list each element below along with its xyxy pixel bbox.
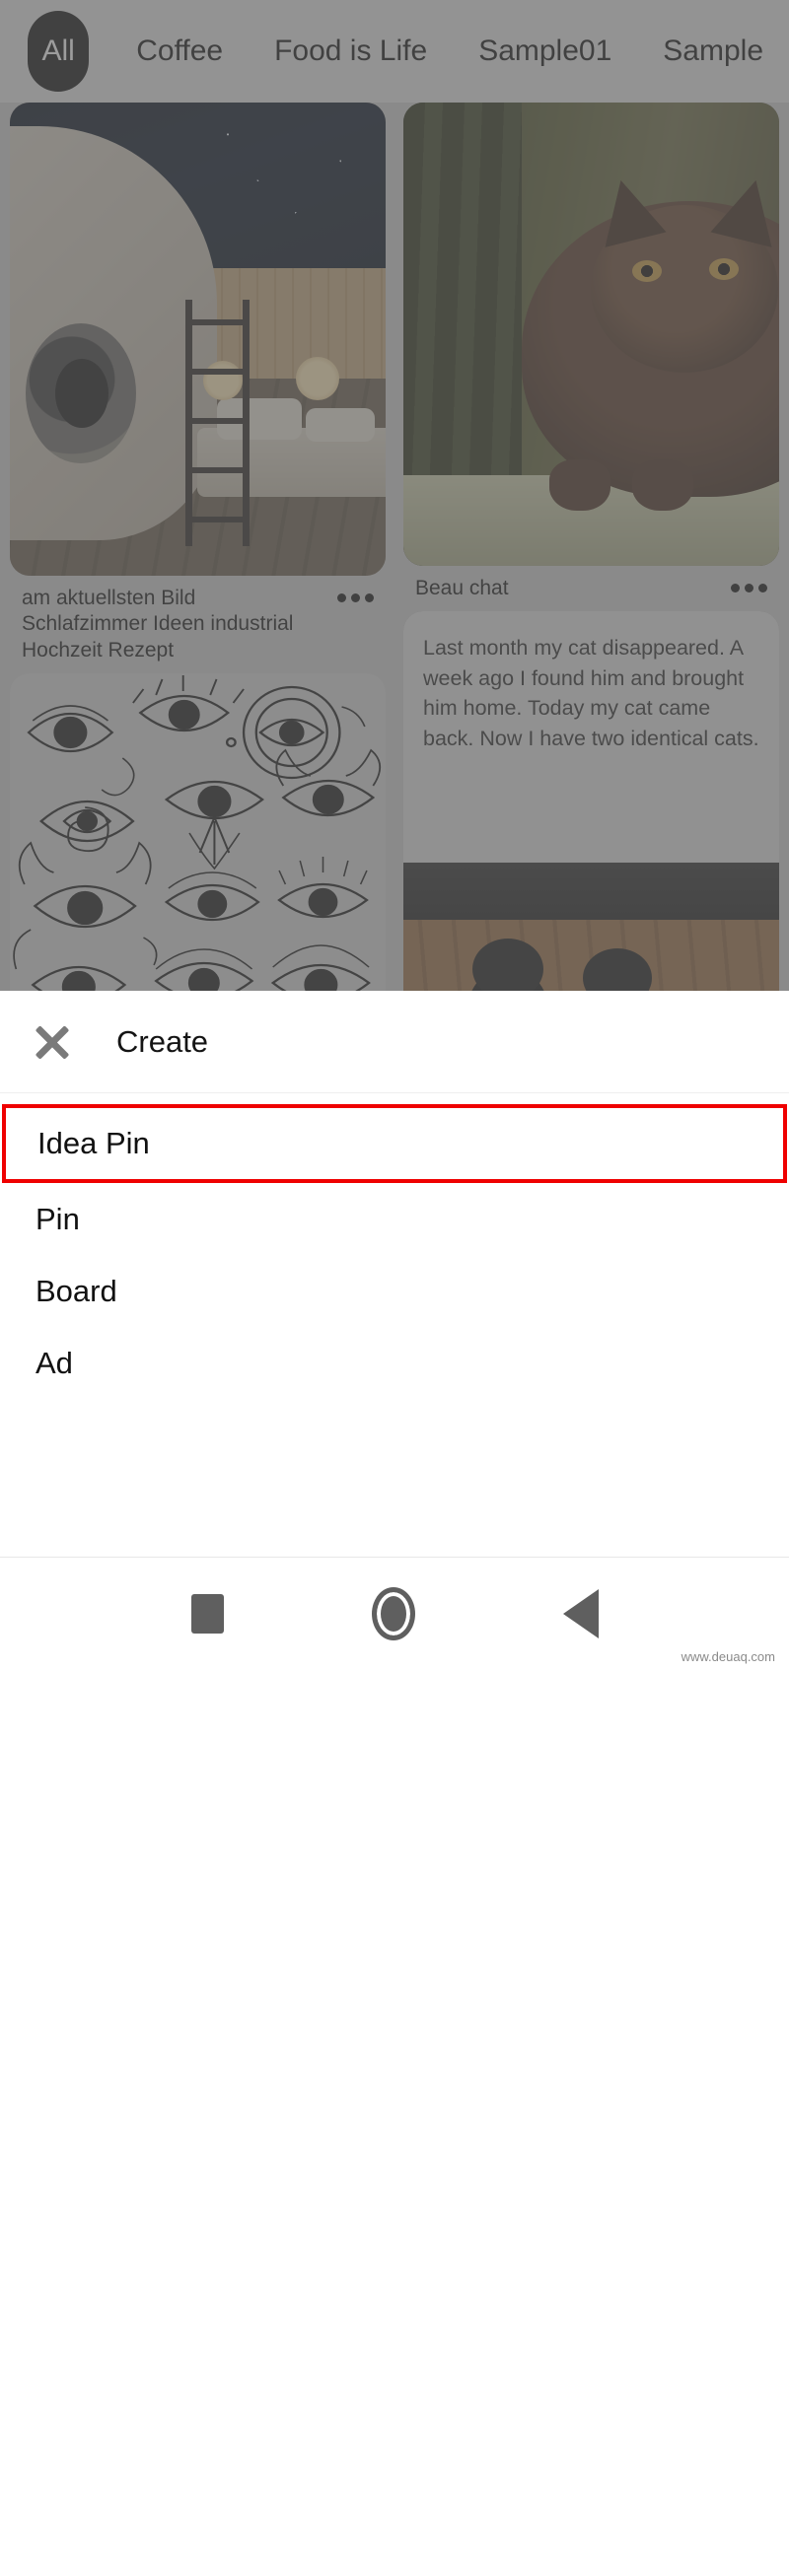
- filter-chip-label: Sample: [663, 35, 763, 67]
- filter-chips-row: All Coffee Food is Life Sample01 Sample: [0, 0, 789, 103]
- pin-overflow-icon[interactable]: [337, 586, 374, 602]
- pin-card-cat[interactable]: Beau chat: [403, 103, 779, 601]
- lamp: [296, 357, 339, 400]
- create-option-label: Board: [36, 1273, 117, 1308]
- filter-chip-label: Food is Life: [274, 35, 428, 67]
- create-option-label: Idea Pin: [37, 1126, 150, 1160]
- filter-chip-label: Sample01: [478, 35, 612, 67]
- pillow: [306, 408, 375, 442]
- create-bottom-sheet: Create Idea Pin Pin Board Ad: [0, 991, 789, 2576]
- pin-title: Beau chat: [415, 577, 509, 599]
- pin-grid-column-right: Beau chat Last month my cat disappeared.…: [403, 103, 779, 991]
- create-options-list: Idea Pin Pin Board Ad: [0, 1093, 789, 1399]
- create-sheet-title: Create: [116, 1023, 209, 1059]
- filter-chip-label: All: [41, 35, 75, 67]
- pin-image-eye-sketches[interactable]: [10, 672, 386, 991]
- home-icon[interactable]: [371, 1587, 415, 1640]
- cat-head: [472, 939, 543, 991]
- pin-overflow-icon[interactable]: [731, 576, 767, 592]
- filter-chip-label: Coffee: [136, 35, 224, 67]
- create-option-pin[interactable]: Pin: [0, 1183, 789, 1255]
- pin-image-brown-cat[interactable]: [403, 103, 779, 566]
- screenshot-text: Last month my cat disappeared. A week ag…: [423, 636, 759, 750]
- create-option-label: Ad: [36, 1345, 73, 1380]
- eye-sketch-drawing: [13, 674, 382, 991]
- pin-card-cats-text[interactable]: Last month my cat disappeared. A week ag…: [403, 611, 779, 991]
- back-icon[interactable]: [562, 1589, 599, 1638]
- pin-meta: am aktuellsten Bild Schlafzimmer Ideen i…: [10, 576, 386, 663]
- app-background: All Coffee Food is Life Sample01 Sample: [0, 0, 789, 991]
- pin-image-bedroom[interactable]: [10, 103, 386, 576]
- cat-right: [577, 948, 660, 991]
- pin-title: am aktuellsten Bild Schlafzimmer Ideen i…: [22, 587, 294, 661]
- cat-paw: [632, 459, 693, 511]
- close-icon[interactable]: [30, 1019, 75, 1065]
- create-option-idea-pin[interactable]: Idea Pin: [2, 1104, 787, 1183]
- pin-grid-column-left: am aktuellsten Bild Schlafzimmer Ideen i…: [10, 103, 386, 991]
- create-sheet-header: Create: [0, 991, 789, 1093]
- cat-paw: [549, 459, 610, 511]
- cat-head: [583, 948, 652, 991]
- ladder: [185, 300, 252, 546]
- pin-meta: Beau chat: [403, 566, 779, 601]
- cat-eye: [632, 260, 662, 282]
- recent-apps-icon[interactable]: [190, 1594, 224, 1634]
- watermark: www.deuaq.com: [681, 1649, 775, 1664]
- pin-grid: am aktuellsten Bild Schlafzimmer Ideen i…: [0, 103, 789, 991]
- filter-chip-all[interactable]: All: [28, 11, 90, 92]
- pin-card-bedroom[interactable]: am aktuellsten Bild Schlafzimmer Ideen i…: [10, 103, 386, 663]
- filter-chip-sample[interactable]: Sample: [637, 36, 789, 66]
- two-cats-photo: [403, 863, 779, 991]
- create-option-board[interactable]: Board: [0, 1255, 789, 1327]
- screenshot-text-block: Last month my cat disappeared. A week ag…: [403, 611, 779, 864]
- cat-left: [465, 939, 551, 991]
- porthole-window: [26, 323, 136, 463]
- cat-eye: [709, 258, 739, 280]
- filter-chip-sample01[interactable]: Sample01: [453, 36, 637, 66]
- pin-image-two-cats[interactable]: Last month my cat disappeared. A week ag…: [403, 611, 779, 991]
- filter-chip-food-is-life[interactable]: Food is Life: [249, 36, 453, 66]
- create-option-label: Pin: [36, 1201, 80, 1236]
- pin-card-eyes[interactable]: [10, 672, 386, 991]
- filter-chip-coffee[interactable]: Coffee: [110, 36, 249, 66]
- android-navigation-bar: [0, 1557, 789, 1670]
- create-option-ad[interactable]: Ad: [0, 1327, 789, 1399]
- shelf: [403, 863, 779, 921]
